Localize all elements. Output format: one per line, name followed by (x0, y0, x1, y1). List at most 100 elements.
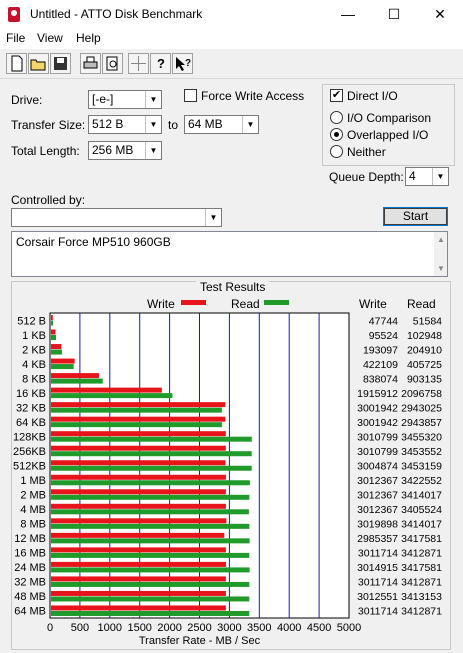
write-bar (51, 518, 227, 524)
read-value: 2943857 (401, 417, 442, 429)
write-bar (51, 590, 226, 596)
read-value: 3414017 (401, 519, 442, 531)
read-value: 3414017 (401, 490, 442, 502)
read-value: 2096758 (401, 388, 442, 400)
write-value: 95524 (369, 330, 398, 342)
read-value: 3455320 (401, 431, 442, 443)
write-bar (51, 315, 53, 320)
write-bar (51, 561, 227, 567)
write-bar (51, 402, 226, 408)
write-value: 3010799 (357, 446, 398, 458)
write-bar (51, 416, 226, 422)
write-value: 2985357 (357, 533, 398, 545)
read-value: 102948 (407, 330, 442, 342)
read-value: 3453552 (401, 446, 442, 458)
write-bar (51, 474, 226, 480)
x-tick-label: 0 (47, 622, 53, 634)
write-value: 3001942 (357, 402, 398, 414)
read-bar (51, 538, 250, 544)
read-value: 3413153 (401, 591, 442, 603)
read-value: 2943025 (401, 402, 442, 414)
row-category-label: 16 MB (14, 548, 46, 560)
row-category-label: 32 KB (16, 402, 46, 414)
row-category-label: 512KB (13, 461, 46, 473)
write-bar (51, 489, 226, 495)
write-bar (51, 445, 226, 451)
x-tick-label: 3000 (217, 622, 241, 634)
write-value: 3019898 (357, 519, 398, 531)
read-value: 3412871 (401, 577, 442, 589)
read-value: 3422552 (401, 475, 442, 487)
row-category-label: 128KB (13, 431, 46, 443)
write-value: 3001942 (357, 417, 398, 429)
read-value: 3412871 (401, 606, 442, 618)
row-category-label: 8 MB (20, 519, 46, 531)
write-bar (51, 547, 226, 553)
write-bar (51, 503, 226, 509)
x-tick-label: 4000 (277, 622, 301, 634)
row-category-label: 1 MB (20, 475, 46, 487)
write-bar (51, 605, 226, 611)
row-category-label: 1 KB (22, 330, 46, 342)
write-bar (51, 329, 56, 335)
write-value: 3004874 (357, 461, 398, 473)
read-bar (51, 509, 249, 515)
write-value: 47744 (369, 315, 398, 327)
row-category-label: 24 MB (14, 562, 46, 574)
x-tick-label: 4500 (307, 622, 331, 634)
write-bar (51, 460, 226, 466)
x-tick-label: 2500 (187, 622, 211, 634)
x-tick-label: 500 (71, 622, 89, 634)
read-bar (51, 349, 62, 355)
read-bar (51, 552, 250, 558)
read-bar (51, 378, 103, 384)
row-category-label: 64 KB (16, 417, 46, 429)
read-value: 405725 (407, 359, 442, 371)
read-bar (51, 480, 250, 486)
read-bar (51, 610, 250, 616)
write-value: 422109 (363, 359, 398, 371)
write-value: 3010799 (357, 431, 398, 443)
x-tick-label: 1000 (98, 622, 122, 634)
read-bar (51, 465, 252, 471)
write-bar (51, 344, 62, 350)
x-tick-label: 3500 (247, 622, 271, 634)
write-value: 3014915 (357, 562, 398, 574)
read-bar (51, 364, 74, 370)
row-category-label: 12 MB (14, 533, 46, 545)
read-bar (51, 407, 222, 413)
row-category-label: 256KB (13, 446, 46, 458)
row-category-label: 32 MB (14, 577, 46, 589)
row-category-label: 8 KB (22, 373, 46, 385)
write-value: 3011714 (358, 606, 398, 618)
write-value: 3011714 (358, 548, 398, 560)
x-axis-label: Transfer Rate - MB / Sec (139, 635, 261, 647)
read-value: 3453159 (401, 461, 442, 473)
read-bar (51, 494, 250, 500)
read-bar (51, 523, 250, 529)
write-bar (51, 576, 226, 582)
read-value: 204910 (407, 344, 442, 356)
x-tick-label: 5000 (337, 622, 361, 634)
read-bar (51, 567, 250, 573)
row-category-label: 48 MB (14, 591, 46, 603)
write-bar (51, 358, 75, 364)
read-bar (51, 393, 173, 399)
write-value: 3012367 (357, 490, 398, 502)
read-bar (51, 596, 250, 602)
row-category-label: 512 B (17, 315, 46, 327)
read-bar (51, 335, 57, 341)
read-bar (51, 581, 250, 587)
read-value: 3417581 (401, 562, 442, 574)
write-value: 3011714 (358, 577, 398, 589)
row-category-label: 4 KB (22, 359, 46, 371)
write-bar (51, 387, 162, 393)
write-bar (51, 431, 226, 437)
read-value: 3417581 (401, 533, 442, 545)
read-bar (51, 451, 252, 457)
write-bar (51, 532, 225, 538)
write-value: 838074 (363, 373, 398, 385)
row-category-label: 4 MB (20, 504, 46, 516)
read-bar (51, 422, 222, 428)
read-bar (51, 320, 54, 326)
